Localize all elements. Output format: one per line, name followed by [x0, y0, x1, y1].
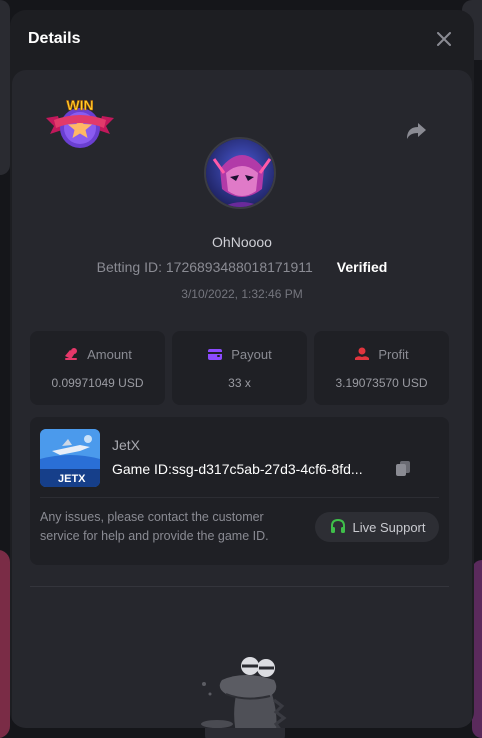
divider — [30, 586, 449, 587]
live-support-button[interactable]: Live Support — [315, 512, 439, 542]
close-icon — [437, 32, 451, 46]
profit-value: 3.19073570 USD — [335, 376, 428, 390]
avatar-image — [206, 139, 274, 207]
background-tile — [0, 0, 10, 175]
copy-game-id-button[interactable] — [394, 459, 412, 477]
payout-label: Payout — [231, 346, 272, 362]
payout-card: Payout 33 x — [172, 331, 307, 405]
avatar — [204, 137, 276, 209]
profit-card: Profit 3.19073570 USD — [314, 331, 449, 405]
payout-value: 33 x — [228, 376, 251, 390]
profit-header: Profit — [354, 346, 409, 362]
payout-header: Payout — [207, 346, 272, 362]
share-button[interactable] — [404, 118, 428, 142]
amount-card: Amount 0.09971049 USD — [30, 331, 165, 405]
background-tile — [0, 550, 10, 738]
wallet-icon — [208, 349, 223, 360]
coins-icon — [65, 348, 78, 360]
headset-icon — [330, 518, 345, 533]
copy-icon — [396, 461, 410, 476]
crocodile-mascot-icon — [201, 657, 287, 728]
modal-title: Details — [28, 30, 81, 47]
jetx-logo-text: JETX — [58, 473, 86, 485]
amount-label: Amount — [87, 346, 132, 362]
game-card: JETX JetX Game ID:ssg-d317c5ab-27d3-4cf6… — [30, 417, 449, 565]
amount-value: 0.09971049 USD — [51, 376, 144, 390]
support-message: Any issues, please contact the customer … — [40, 510, 269, 543]
betting-id: Betting ID: 1726893488018171911 — [96, 259, 313, 275]
bet-stats: Amount 0.09971049 USD Payout 33 x Profit… — [30, 331, 449, 405]
share-icon — [407, 123, 426, 139]
betting-id-row: Betting ID: 1726893488018171911 Verified — [12, 259, 472, 275]
win-badge-text: WIN — [66, 97, 93, 113]
divider — [40, 497, 439, 498]
profit-label: Profit — [378, 346, 409, 362]
modal-header: Details — [10, 10, 474, 68]
profit-icon — [355, 347, 370, 360]
username: OhNoooo — [212, 234, 272, 250]
bet-details-panel: WIN OhNoooo Betting ID: 1726893488018171… — [12, 70, 472, 728]
win-badge-icon: WIN — [46, 97, 114, 148]
jetx-logo-image: JETX — [40, 429, 100, 487]
live-support-label: Live Support — [352, 519, 426, 535]
bet-date: 3/10/2022, 1:32:46 PM — [181, 287, 303, 301]
game-name[interactable]: JetX — [112, 437, 140, 453]
close-button[interactable] — [432, 27, 456, 51]
game-id: Game ID:ssg-d317c5ab-27d3-4cf6-8fd... — [112, 461, 363, 477]
game-thumbnail[interactable]: JETX — [40, 429, 100, 487]
verified-badge: Verified — [336, 259, 388, 275]
details-modal: Details WIN OhNoooo Betting ID: 17268934… — [10, 10, 474, 728]
amount-header: Amount — [63, 346, 132, 362]
